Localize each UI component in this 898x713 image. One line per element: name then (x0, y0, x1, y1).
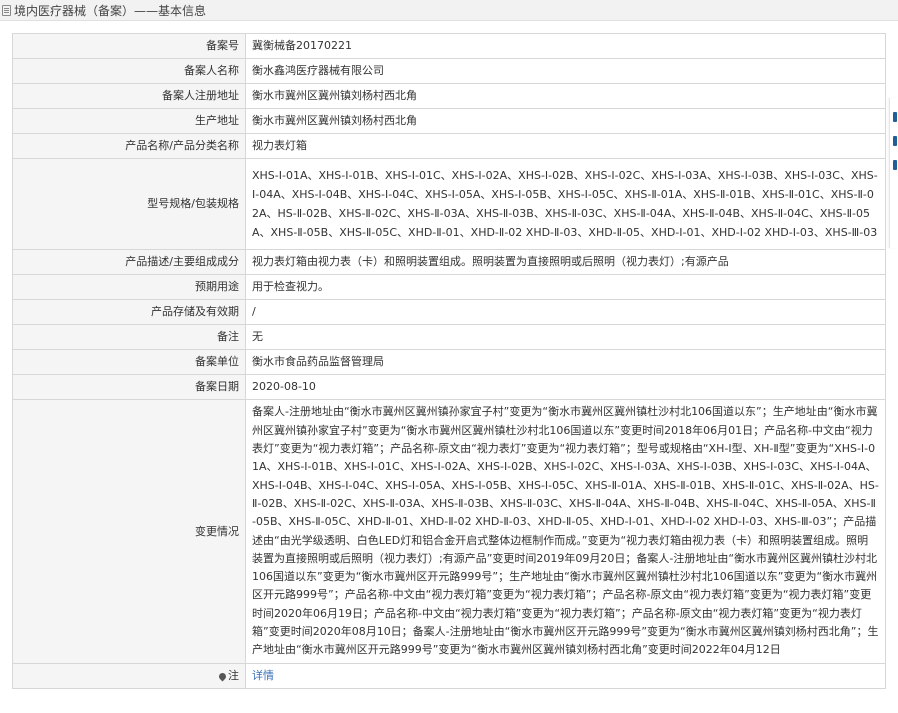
filer-address-value: 衡水市冀州区冀州镇刘杨村西北角 (245, 83, 886, 109)
table-row: 产品存储及有效期 / (12, 299, 886, 325)
table-row: 备案日期 2020-08-10 (12, 374, 886, 400)
page-header: 境内医疗器械（备案）——基本信息 (0, 0, 898, 21)
info-table: 备案号 冀衡械备20170221 备案人名称 衡水鑫鸿医疗器械有限公司 备案人注… (12, 33, 886, 689)
page: 境内医疗器械（备案）——基本信息 备案号 冀衡械备20170221 备案人名称 … (0, 0, 898, 713)
description-value: 视力表灯箱由视力表（卡）和照明装置组成。照明装置为直接照明或后照明（视力表灯）;… (245, 249, 886, 275)
change-value: 备案人-注册地址由“衡水市冀州区冀州镇孙家宜子村”变更为“衡水市冀州区冀州镇杜沙… (245, 399, 886, 664)
document-icon (2, 4, 11, 16)
table-row: 备案人名称 衡水鑫鸿医疗器械有限公司 (12, 58, 886, 84)
table-row: 备案人注册地址 衡水市冀州区冀州镇刘杨村西北角 (12, 83, 886, 109)
table-row: 型号规格/包装规格 XHS-Ⅰ-01A、XHS-Ⅰ-01B、XHS-Ⅰ-01C、… (12, 158, 886, 250)
intended-use-value: 用于检查视力。 (245, 274, 886, 300)
record-no-value: 冀衡械备20170221 (245, 33, 886, 59)
side-toolbar[interactable] (889, 98, 898, 248)
record-unit-label: 备案单位 (12, 349, 246, 375)
table-row: 产品描述/主要组成成分 视力表灯箱由视力表（卡）和照明装置组成。照明装置为直接照… (12, 249, 886, 275)
side-toolbar-icon[interactable] (893, 160, 897, 170)
model-spec-value: XHS-Ⅰ-01A、XHS-Ⅰ-01B、XHS-Ⅰ-01C、XHS-Ⅰ-02A、… (245, 158, 886, 250)
filer-address-label: 备案人注册地址 (12, 83, 246, 109)
record-unit-value: 衡水市食品药品监督管理局 (245, 349, 886, 375)
details-link[interactable]: 详情 (252, 669, 274, 682)
description-label: 产品描述/主要组成成分 (12, 249, 246, 275)
table-row: 预期用途 用于检查视力。 (12, 274, 886, 300)
table-row: 备案单位 衡水市食品药品监督管理局 (12, 349, 886, 375)
production-address-value: 衡水市冀州区冀州镇刘杨村西北角 (245, 108, 886, 134)
side-toolbar-icon[interactable] (893, 136, 897, 146)
table-row: 产品名称/产品分类名称 视力表灯箱 (12, 133, 886, 159)
filer-name-value: 衡水鑫鸿医疗器械有限公司 (245, 58, 886, 84)
record-date-value: 2020-08-10 (245, 374, 886, 400)
remark-label: 备注 (12, 324, 246, 350)
remark-value: 无 (245, 324, 886, 350)
change-label: 变更情况 (12, 399, 246, 664)
product-name-label: 产品名称/产品分类名称 (12, 133, 246, 159)
record-date-label: 备案日期 (12, 374, 246, 400)
production-address-label: 生产地址 (12, 108, 246, 134)
note-value-cell: 详情 (245, 663, 886, 689)
table-row: 变更情况 备案人-注册地址由“衡水市冀州区冀州镇孙家宜子村”变更为“衡水市冀州区… (12, 399, 886, 664)
filer-name-label: 备案人名称 (12, 58, 246, 84)
note-label: 注 (228, 669, 239, 682)
table-row: 备注 无 (12, 324, 886, 350)
product-name-value: 视力表灯箱 (245, 133, 886, 159)
record-no-label: 备案号 (12, 33, 246, 59)
pin-icon (217, 671, 228, 681)
page-title: 境内医疗器械（备案）——基本信息 (14, 3, 207, 18)
intended-use-label: 预期用途 (12, 274, 246, 300)
storage-label: 产品存储及有效期 (12, 299, 246, 325)
storage-value: / (245, 299, 886, 325)
table-row: 注 详情 (12, 663, 886, 689)
table-row: 备案号 冀衡械备20170221 (12, 33, 886, 59)
model-spec-label: 型号规格/包装规格 (12, 158, 246, 250)
note-label-cell: 注 (12, 663, 246, 689)
side-toolbar-icon[interactable] (893, 112, 897, 122)
table-row: 生产地址 衡水市冀州区冀州镇刘杨村西北角 (12, 108, 886, 134)
